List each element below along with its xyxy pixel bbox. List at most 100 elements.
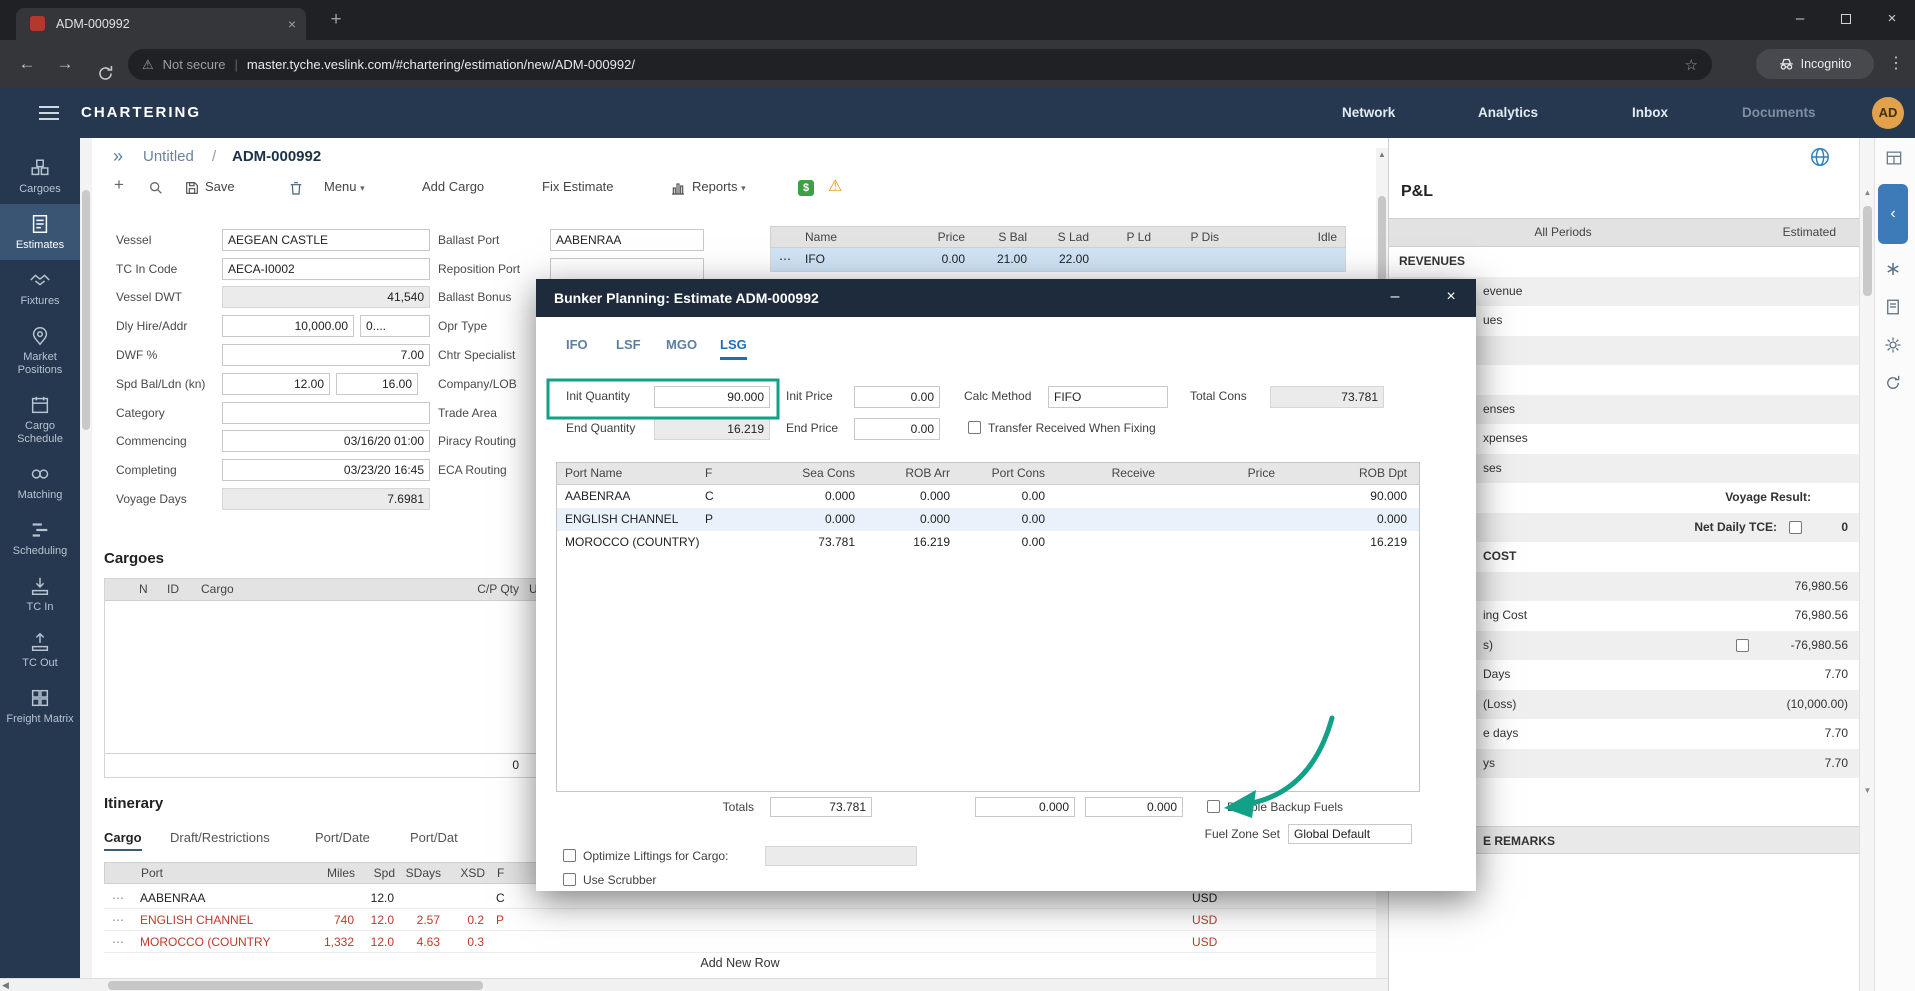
url-bar[interactable]: ⚠ Not secure | master.tyche.veslink.com/… bbox=[128, 49, 1712, 80]
add-cargo-button[interactable]: Add Cargo bbox=[422, 179, 484, 194]
user-avatar[interactable]: AD bbox=[1872, 97, 1904, 129]
calc-method-select[interactable]: FIFO bbox=[1048, 386, 1168, 408]
completing-field[interactable]: 03/23/20 16:45 bbox=[222, 459, 430, 481]
new-tab-button[interactable]: + bbox=[322, 6, 350, 34]
modal-title-bar[interactable]: Bunker Planning: Estimate ADM-000992 – × bbox=[536, 279, 1476, 317]
sidebar-item-scheduling[interactable]: Scheduling bbox=[0, 510, 80, 566]
sidebar-item-fixtures[interactable]: Fixtures bbox=[0, 260, 80, 316]
row-handle-icon[interactable]: ⋯ bbox=[779, 248, 791, 271]
end-price-field[interactable]: 0.00 bbox=[854, 418, 940, 440]
reports-button[interactable]: Reports ▾ bbox=[692, 179, 746, 194]
transfer-received-checkbox[interactable] bbox=[968, 421, 981, 434]
profit-indicator-icon[interactable]: $ bbox=[798, 180, 814, 196]
window-close-button[interactable]: × bbox=[1869, 0, 1915, 40]
layout-grid-icon[interactable] bbox=[1884, 148, 1904, 171]
bookmark-star-icon[interactable]: ☆ bbox=[1685, 56, 1698, 74]
tab-ifo[interactable]: IFO bbox=[566, 337, 588, 357]
scrollbar-thumb[interactable] bbox=[1863, 206, 1872, 296]
url-text[interactable]: master.tyche.veslink.com/#chartering/est… bbox=[247, 57, 1676, 72]
refresh-icon[interactable] bbox=[1884, 374, 1902, 395]
forward-icon[interactable]: → bbox=[50, 40, 80, 88]
bunker-table-row[interactable]: AABENRAA C 0.000 0.000 0.00 90.000 bbox=[557, 485, 1419, 508]
pnl-scrollbar[interactable]: ▲ ▼ bbox=[1859, 138, 1874, 991]
fuel-zone-set-select[interactable]: Global Default bbox=[1288, 824, 1412, 844]
bunker-table-row[interactable]: ENGLISH CHANNEL P 0.000 0.000 0.00 0.000 bbox=[557, 508, 1419, 531]
save-icon[interactable] bbox=[184, 180, 200, 199]
search-icon[interactable] bbox=[148, 180, 164, 199]
tab-port-date-2[interactable]: Port/Dat bbox=[410, 830, 458, 845]
add-row-button[interactable]: + bbox=[114, 175, 124, 195]
expand-panel-tab[interactable]: ‹ bbox=[1878, 184, 1908, 244]
sidebar-item-tc-out[interactable]: TC Out bbox=[0, 622, 80, 678]
tab-mgo[interactable]: MGO bbox=[666, 337, 697, 357]
modal-close-button[interactable]: × bbox=[1434, 279, 1468, 315]
delete-icon[interactable] bbox=[288, 180, 304, 199]
window-maximize-button[interactable] bbox=[1823, 0, 1869, 40]
tc-in-code-field[interactable]: AECA-I0002 bbox=[222, 258, 430, 280]
sidebar-item-market-positions[interactable]: Market Positions bbox=[0, 316, 80, 385]
scroll-left-icon[interactable]: ◀ bbox=[2, 979, 9, 991]
scrollbar-thumb[interactable] bbox=[108, 981, 483, 990]
fuel-grid-row[interactable]: ⋯ IFO 0.00 21.00 22.00 bbox=[770, 248, 1346, 272]
optimize-liftings-checkbox[interactable] bbox=[563, 849, 576, 862]
sidebar-item-freight-matrix[interactable]: Freight Matrix bbox=[0, 678, 80, 734]
nav-network[interactable]: Network bbox=[1342, 88, 1395, 138]
breadcrumb-expand-icon[interactable]: » bbox=[113, 146, 123, 167]
vessel-field[interactable]: AEGEAN CASTLE bbox=[222, 229, 430, 251]
menu-button[interactable]: Menu ▾ bbox=[324, 179, 365, 194]
not-secure-label[interactable]: Not secure bbox=[163, 57, 226, 72]
sidebar-item-cargo-schedule[interactable]: Cargo Schedule bbox=[0, 385, 80, 454]
tab-lsg[interactable]: LSG bbox=[720, 337, 747, 360]
tab-draft-restrictions[interactable]: Draft/Restrictions bbox=[170, 830, 270, 845]
nav-documents[interactable]: Documents bbox=[1742, 88, 1816, 138]
document-icon[interactable] bbox=[1884, 298, 1902, 319]
row-handle-icon[interactable]: ⋯ bbox=[112, 931, 124, 954]
sidebar-item-cargoes[interactable]: Cargoes bbox=[0, 148, 80, 204]
period-estimated[interactable]: Estimated bbox=[1783, 219, 1836, 246]
init-price-field[interactable]: 0.00 bbox=[854, 386, 940, 408]
init-quantity-field[interactable]: 90.000 bbox=[654, 386, 770, 408]
tab-close-icon[interactable]: × bbox=[288, 8, 296, 40]
bunker-table-row[interactable]: MOROCCO (COUNTRY) 73.781 16.219 0.00 16.… bbox=[557, 531, 1419, 554]
nav-analytics[interactable]: Analytics bbox=[1478, 88, 1538, 138]
tab-lsf[interactable]: LSF bbox=[616, 337, 641, 357]
save-button[interactable]: Save bbox=[205, 179, 235, 194]
dly-hire-field[interactable]: 10,000.00 bbox=[222, 315, 354, 337]
gear-icon[interactable] bbox=[1884, 336, 1902, 357]
row-handle-icon[interactable]: ⋯ bbox=[112, 887, 124, 910]
use-scrubber-checkbox[interactable] bbox=[563, 873, 576, 886]
sidebar-item-tc-in[interactable]: TC In bbox=[0, 566, 80, 622]
horizontal-scrollbar[interactable]: ◀ bbox=[0, 978, 1388, 991]
optimize-liftings-input[interactable] bbox=[765, 846, 917, 866]
scrollbar-thumb[interactable] bbox=[82, 190, 90, 430]
category-field[interactable] bbox=[222, 402, 430, 424]
period-all[interactable]: All Periods bbox=[1389, 219, 1737, 246]
tab-cargo[interactable]: Cargo bbox=[104, 830, 142, 851]
tab-port-date[interactable]: Port/Date bbox=[315, 830, 370, 845]
window-minimize-button[interactable]: – bbox=[1777, 0, 1823, 40]
left-pane-scrollbar[interactable] bbox=[80, 138, 92, 978]
ballast-port-field[interactable]: AABENRAA bbox=[550, 229, 704, 251]
commencing-field[interactable]: 03/16/20 01:00 bbox=[222, 430, 430, 452]
browser-tab[interactable]: ADM-000992 × bbox=[16, 8, 306, 40]
validation-warning-icon[interactable]: ⚠ bbox=[828, 176, 842, 196]
spd-laden-field[interactable]: 16.00 bbox=[336, 373, 418, 395]
reports-chart-icon[interactable] bbox=[670, 180, 686, 199]
row-handle-icon[interactable]: ⋯ bbox=[112, 909, 124, 932]
modal-minimize-button[interactable]: – bbox=[1378, 279, 1412, 315]
dwf-field[interactable]: 7.00 bbox=[222, 344, 430, 366]
fix-estimate-button[interactable]: Fix Estimate bbox=[542, 179, 614, 194]
sidebar-item-matching[interactable]: Matching bbox=[0, 454, 80, 510]
itinerary-row[interactable]: ⋯ ENGLISH CHANNEL 740 12.0 2.57 0.2 P US… bbox=[104, 909, 1376, 931]
back-icon[interactable]: ← bbox=[12, 40, 42, 88]
asterisk-icon[interactable] bbox=[1884, 260, 1902, 281]
scroll-up-icon[interactable]: ▲ bbox=[1376, 150, 1388, 159]
browser-menu-icon[interactable]: ⋮ bbox=[1888, 40, 1904, 88]
globe-icon[interactable] bbox=[1809, 146, 1831, 171]
disable-backup-fuels-checkbox[interactable] bbox=[1207, 800, 1220, 813]
scroll-up-icon[interactable]: ▲ bbox=[1860, 188, 1875, 197]
nav-inbox[interactable]: Inbox bbox=[1632, 88, 1668, 138]
breadcrumb-untitled[interactable]: Untitled bbox=[143, 148, 194, 165]
add-new-row-button[interactable]: Add New Row bbox=[104, 956, 1376, 970]
sidebar-item-estimates[interactable]: Estimates bbox=[0, 204, 80, 260]
